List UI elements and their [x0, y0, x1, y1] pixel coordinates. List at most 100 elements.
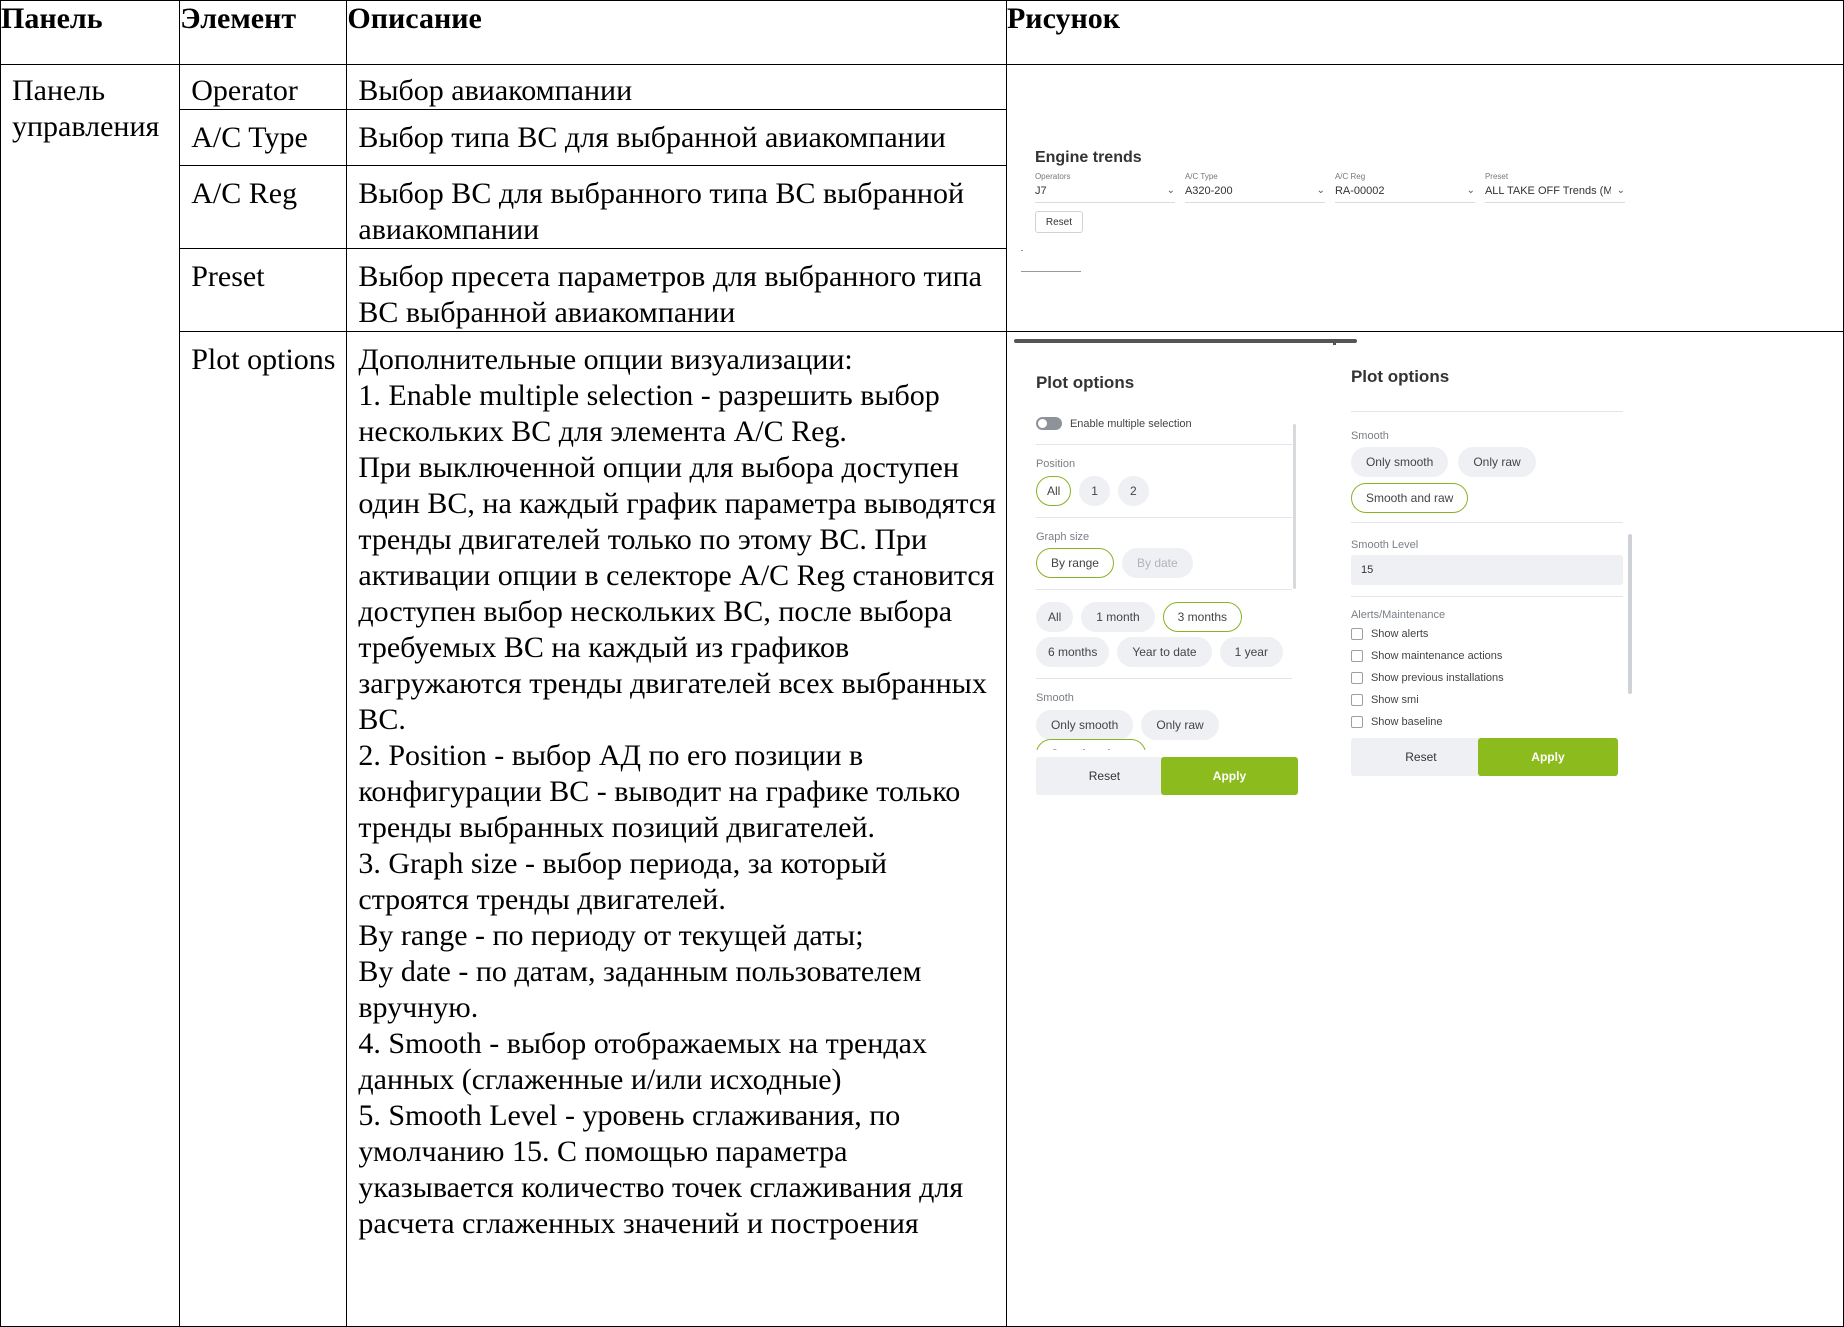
position-options: All 1 2	[1035, 476, 1149, 506]
element-cell: Operator	[179, 64, 348, 110]
engine-trends-screenshot: Engine trends Operators J7 ⌄ A/C Type A32…	[1007, 65, 1844, 317]
smooth-option[interactable]: Smooth and raw	[1035, 739, 1147, 750]
chevron-down-icon: ⌄	[1316, 185, 1325, 196]
apply-button[interactable]: Apply	[1160, 757, 1298, 795]
smooth-level-label: Smooth Level	[1350, 539, 1419, 551]
by-range-option[interactable]: By range	[1035, 548, 1114, 578]
element-cell: A/C Reg	[179, 165, 348, 249]
divider	[1020, 250, 1023, 251]
header-figure: Рисунок	[1005, 0, 1844, 65]
by-date-option[interactable]: By date	[1121, 548, 1193, 578]
reset-button[interactable]: Reset	[1034, 211, 1083, 233]
description-line: один ВС, на каждый график параметра выво…	[358, 487, 996, 520]
checkbox-icon	[1350, 694, 1363, 706]
reset-button[interactable]: Reset	[1035, 757, 1173, 795]
alerts-maintenance-label: Alerts/Maintenance	[1350, 609, 1446, 621]
description-line: Выбор ВС для выбранного типа ВС выбранно…	[358, 177, 965, 210]
checkbox-label: Show maintenance actions	[1370, 650, 1503, 662]
description-line: 3. Graph size - выбор периода, за которы…	[358, 847, 887, 880]
description-line: данных (сглаженные и/или исходные)	[358, 1063, 842, 1096]
position-option[interactable]: All	[1035, 476, 1072, 506]
smooth-options: Only smooth Only raw	[1350, 447, 1536, 477]
element-cell: Plot options	[179, 331, 348, 1327]
enable-multiple-label: Enable multiple selection	[1069, 417, 1192, 430]
divider	[1350, 596, 1623, 597]
position-option[interactable]: 1	[1079, 476, 1110, 506]
graph-size-modes: By range By date	[1035, 548, 1193, 578]
smooth-label: Smooth	[1350, 430, 1389, 442]
description-cell: Выбор ВС для выбранного типа ВС выбранно…	[346, 165, 1007, 249]
preset-select[interactable]: ALL TAKE OFF Trends (M... ⌄	[1484, 179, 1625, 203]
description-line: ВС выбранной авиакомпании	[358, 296, 736, 329]
range-option[interactable]: 1 year	[1219, 637, 1283, 667]
description-cell: Дополнительные опции визуализации: 1. Ena…	[346, 331, 1007, 1327]
graph-size-label: Graph size	[1035, 531, 1090, 543]
description-line: требуемых ВС на каждый из графиков	[358, 631, 850, 664]
description-line: конфигурации ВС - выводит на графике тол…	[358, 775, 961, 808]
description-line: ВС.	[358, 703, 406, 736]
smooth-option[interactable]: Smooth and raw	[1350, 483, 1469, 513]
toggle-switch[interactable]	[1035, 417, 1062, 430]
checkbox-show-smi[interactable]: Show smi	[1350, 689, 1504, 711]
plot-options-title: Plot options	[1350, 367, 1450, 386]
smooth-label: Smooth	[1035, 692, 1074, 704]
header-description: Описание	[346, 0, 1007, 65]
description-line: активации опции в селекторе A/C Reg стан…	[358, 559, 995, 592]
description-line: 1. Enable multiple selection - разрешить…	[358, 379, 940, 412]
description-line: авиакомпании	[358, 213, 540, 246]
description-line: тренды двигателей только по этому ВС. Пр…	[358, 523, 928, 556]
range-option[interactable]: 6 months	[1035, 637, 1110, 667]
smooth-option[interactable]: Only raw	[1141, 710, 1219, 740]
checkbox-icon	[1350, 672, 1363, 684]
plot-options-panel-left: Plot options Enable multiple selection P…	[1013, 339, 1357, 839]
description-cell: Выбор типа ВС для выбранной авиакомпании	[346, 109, 1007, 166]
checkbox-icon	[1350, 650, 1363, 662]
description-line: 2. Position - выбор АД по его позиции в	[358, 739, 864, 772]
smooth-option-row2: Smooth and raw	[1350, 483, 1469, 513]
position-option[interactable]: 2	[1117, 476, 1149, 506]
smooth-option[interactable]: Only raw	[1458, 447, 1536, 477]
reset-button[interactable]: Reset	[1350, 738, 1491, 776]
apply-button[interactable]: Apply	[1477, 738, 1618, 776]
figure-cell-plot-options: Plot options Enable multiple selection P…	[1005, 331, 1844, 1327]
element-cell: Preset	[179, 248, 348, 332]
scrollbar[interactable]	[1627, 534, 1632, 694]
checkbox-show-baseline[interactable]: Show baseline	[1350, 711, 1504, 733]
description-line: нескольких ВС для элемента A/C Reg.	[358, 415, 847, 448]
range-option[interactable]: Year to date	[1117, 637, 1212, 667]
description-line: тренды выбранных позиций двигателей.	[358, 811, 876, 844]
range-option[interactable]: All	[1035, 602, 1074, 632]
description-line: вручную.	[358, 991, 479, 1024]
operators-select[interactable]: J7 ⌄	[1034, 179, 1175, 203]
checkbox-show-maintenance[interactable]: Show maintenance actions	[1350, 645, 1504, 667]
range-option[interactable]: 3 months	[1162, 602, 1243, 632]
smooth-option[interactable]: Only smooth	[1350, 447, 1449, 477]
element-name: Operator	[191, 74, 298, 107]
smooth-level-input[interactable]: 15	[1350, 555, 1623, 585]
ac-reg-select[interactable]: RA-00002 ⌄	[1334, 179, 1475, 203]
checkbox-show-alerts[interactable]: Show alerts	[1350, 623, 1504, 645]
plot-options-panel-right: Plot options Smooth Only smooth Only raw…	[1332, 339, 1633, 776]
description-line: умолчанию 15. С помощью параметра	[358, 1135, 848, 1168]
description-line: загружаются тренды двигателей всех выбра…	[358, 667, 987, 700]
scrollbar[interactable]	[1292, 424, 1296, 589]
description-line: 5. Smooth Level - уровень сглаживания, п…	[358, 1099, 901, 1132]
header-element: Элемент	[179, 0, 348, 65]
panel-top-edge	[1013, 339, 1357, 343]
ac-reg-value: RA-00002	[1334, 184, 1385, 197]
position-label: Position	[1035, 458, 1076, 470]
checkbox-show-previous[interactable]: Show previous installations	[1350, 667, 1504, 689]
smooth-option[interactable]: Only smooth	[1035, 710, 1134, 740]
chevron-down-icon: ⌄	[1466, 185, 1475, 196]
chevron-down-icon: ⌄	[1616, 185, 1625, 196]
divider	[1350, 522, 1623, 523]
description-cell: Выбор авиакомпании	[346, 64, 1007, 110]
description-line: При выключенной опции для выбора доступе…	[358, 451, 959, 484]
element-name: A/C Type	[191, 121, 308, 154]
description-line: Выбор типа ВС для выбранной авиакомпании	[358, 121, 946, 154]
checkbox-label: Show baseline	[1370, 716, 1443, 728]
panel-name-line: управления	[12, 110, 160, 143]
description-line: Выбор авиакомпании	[358, 74, 633, 107]
range-option[interactable]: 1 month	[1081, 602, 1155, 632]
ac-type-select[interactable]: A320-200 ⌄	[1184, 179, 1325, 203]
